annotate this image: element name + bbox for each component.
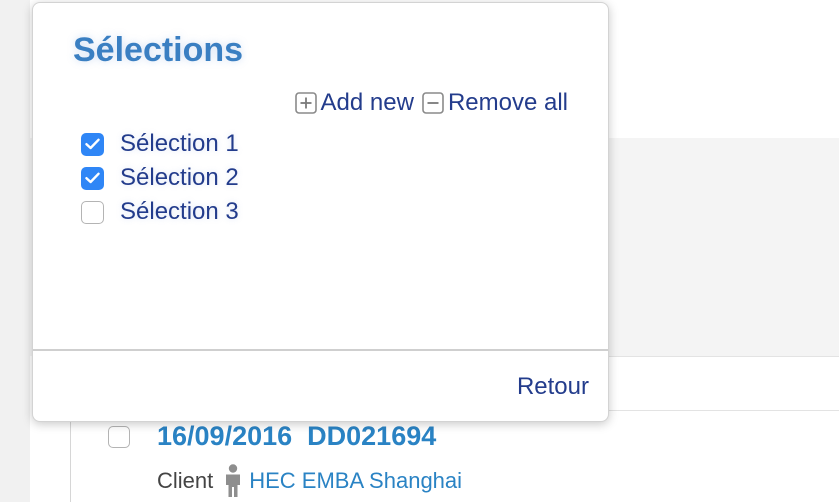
add-new-button[interactable]: Add new bbox=[294, 89, 414, 117]
selection-checkbox[interactable] bbox=[81, 200, 104, 224]
minus-square-icon bbox=[422, 92, 444, 114]
selection-checkbox[interactable] bbox=[81, 132, 104, 156]
divider bbox=[600, 356, 839, 357]
selection-list: Sélection 1 Sélection 2 Sélection 3 bbox=[81, 127, 239, 229]
check-icon bbox=[85, 172, 100, 184]
row-left-border bbox=[70, 420, 71, 502]
remove-all-label: Remove all bbox=[447, 89, 568, 116]
row-reference[interactable]: DD021694 bbox=[307, 421, 436, 451]
row-title[interactable]: 16/09/2016 DD021694 bbox=[157, 421, 436, 452]
remove-all-button[interactable]: Remove all bbox=[422, 89, 568, 117]
row-date[interactable]: 16/09/2016 bbox=[157, 421, 292, 451]
add-new-label: Add new bbox=[320, 89, 414, 116]
popover-divider bbox=[33, 349, 608, 351]
list-item[interactable]: Sélection 2 bbox=[81, 161, 239, 195]
plus-square-icon bbox=[294, 92, 317, 114]
popover-title: Sélections bbox=[73, 31, 244, 69]
client-name-link[interactable]: HEC EMBA Shanghai bbox=[249, 468, 462, 494]
person-icon bbox=[223, 464, 243, 498]
selection-checkbox[interactable] bbox=[81, 166, 104, 190]
row-client-meta: Client HEC EMBA Shanghai bbox=[157, 464, 462, 498]
divider bbox=[600, 410, 839, 411]
page-left-gutter bbox=[0, 0, 30, 502]
list-item[interactable]: Sélection 1 bbox=[81, 127, 239, 161]
selection-label: Sélection 3 bbox=[120, 198, 239, 225]
selection-label: Sélection 1 bbox=[120, 130, 239, 157]
selections-popover: Sélections Add new Remove all Sélection … bbox=[32, 2, 609, 422]
selection-actions: Add new Remove all bbox=[294, 89, 568, 117]
client-label: Client bbox=[157, 468, 214, 493]
check-icon bbox=[85, 138, 100, 150]
list-item[interactable]: Sélection 3 bbox=[81, 195, 239, 229]
back-button[interactable]: Retour bbox=[517, 373, 589, 401]
selection-label: Sélection 2 bbox=[120, 164, 239, 191]
row-select-checkbox[interactable] bbox=[108, 426, 130, 448]
